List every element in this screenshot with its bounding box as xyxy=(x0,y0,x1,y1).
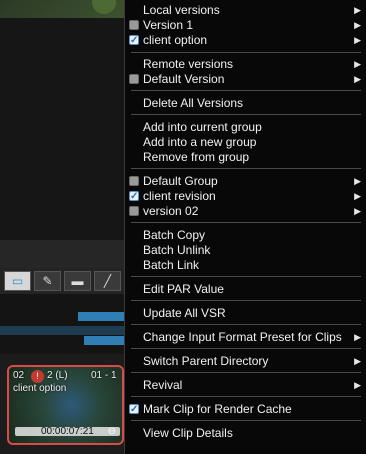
select-tool-icon[interactable]: ▭ xyxy=(4,271,31,291)
menu-separator xyxy=(131,300,361,301)
menu-separator xyxy=(131,114,361,115)
menu-item-label: Switch Parent Directory xyxy=(143,354,269,368)
menu-separator xyxy=(131,52,361,53)
checkbox-icon[interactable] xyxy=(129,20,139,30)
menu-item-label: Revival xyxy=(143,378,183,392)
menu-item-change-input-format[interactable]: Change Input Format Preset for Clips ▶ xyxy=(125,330,366,345)
menu-item-delete-all-versions[interactable]: Delete All Versions xyxy=(125,96,366,111)
menu-item-batch-copy[interactable]: Batch Copy xyxy=(125,228,366,243)
menu-item-label: Remote versions xyxy=(143,57,234,71)
submenu-arrow-icon: ▶ xyxy=(354,380,361,390)
menu-item-label: Remove from group xyxy=(143,150,250,164)
menu-item-edit-par-value[interactable]: Edit PAR Value xyxy=(125,282,366,297)
menu-item-default-group[interactable]: Default Group ▶ xyxy=(125,174,366,189)
menu-separator xyxy=(131,276,361,277)
timeline-track-segment[interactable] xyxy=(84,336,124,345)
menu-item-label: Batch Unlink xyxy=(143,243,211,257)
menu-item-switch-parent-directory[interactable]: Switch Parent Directory ▶ xyxy=(125,354,366,369)
menu-separator xyxy=(131,168,361,169)
context-menu: Local versions ▶ Version 1 ▶ client opti… xyxy=(124,0,366,454)
menu-item-remote-versions[interactable]: Remote versions ▶ xyxy=(125,57,366,72)
link-icon: ⊖ xyxy=(107,426,116,437)
viewer-panel xyxy=(0,18,124,240)
clip-reel: 01 - 1 xyxy=(91,370,117,381)
clip-index: 02 xyxy=(13,370,25,381)
timeline[interactable] xyxy=(0,294,124,354)
menu-separator xyxy=(131,348,361,349)
menu-separator xyxy=(131,372,361,373)
menu-item-remove-from-group[interactable]: Remove from group xyxy=(125,150,366,165)
menu-item-add-into-new-group[interactable]: Add into a new group xyxy=(125,135,366,150)
menu-separator xyxy=(131,420,361,421)
menu-item-label: Batch Copy xyxy=(143,228,206,242)
submenu-arrow-icon: ▶ xyxy=(354,332,361,342)
brush-tool-icon[interactable]: ╱ xyxy=(94,271,121,291)
viewer-image-detail xyxy=(92,0,116,14)
menu-item-view-clip-details[interactable]: View Clip Details xyxy=(125,426,366,441)
checkbox-icon[interactable] xyxy=(129,206,139,216)
tool-row: ▭ ✎ ▬ ╱ xyxy=(0,268,124,294)
menu-item-local-versions[interactable]: Local versions ▶ xyxy=(125,3,366,18)
menu-separator xyxy=(131,222,361,223)
menu-item-version-02[interactable]: version 02 ▶ xyxy=(125,204,366,219)
menu-item-label: Add into current group xyxy=(143,120,262,134)
menu-item-label: Mark Clip for Render Cache xyxy=(143,402,292,416)
menu-item-label: Edit PAR Value xyxy=(143,282,224,296)
menu-separator xyxy=(131,396,361,397)
checkbox-checked-icon[interactable] xyxy=(129,33,139,48)
menu-item-label: View Clip Details xyxy=(143,426,233,440)
menu-item-label: client revision xyxy=(143,189,216,203)
clip-name: client option xyxy=(13,383,67,394)
menu-item-label: version 02 xyxy=(143,204,199,218)
clip-timecode: 00:00:07:21 xyxy=(41,426,94,437)
alert-icon: ! xyxy=(31,370,44,383)
menu-item-label: Local versions xyxy=(143,3,220,17)
menu-item-label: Add into a new group xyxy=(143,135,257,149)
checkbox-checked-icon[interactable] xyxy=(129,189,139,204)
menu-item-label: Default Group xyxy=(143,174,218,188)
monitor-tool-icon[interactable]: ▬ xyxy=(64,271,91,291)
menu-item-batch-unlink[interactable]: Batch Unlink xyxy=(125,243,366,258)
menu-item-add-into-current-group[interactable]: Add into current group xyxy=(125,120,366,135)
menu-separator xyxy=(131,324,361,325)
submenu-arrow-icon: ▶ xyxy=(354,206,361,216)
submenu-arrow-icon: ▶ xyxy=(354,191,361,201)
checkbox-icon[interactable] xyxy=(129,176,139,186)
timeline-track-segment[interactable] xyxy=(78,312,124,321)
menu-item-label: Batch Link xyxy=(143,258,200,272)
menu-item-label: client option xyxy=(143,33,208,47)
menu-separator xyxy=(131,90,361,91)
checkbox-checked-icon[interactable] xyxy=(129,402,139,417)
submenu-arrow-icon: ▶ xyxy=(354,35,361,45)
checkbox-icon[interactable] xyxy=(129,74,139,84)
menu-item-label: Default Version xyxy=(143,72,225,86)
menu-item-client-option[interactable]: client option ▶ xyxy=(125,33,366,48)
clip-thumbnail[interactable]: 02 ! 2 (L) 01 - 1 client option 00:00:07… xyxy=(7,365,124,445)
toolbar-strip xyxy=(0,240,124,268)
menu-item-batch-link[interactable]: Batch Link xyxy=(125,258,366,273)
submenu-arrow-icon: ▶ xyxy=(354,356,361,366)
submenu-arrow-icon: ▶ xyxy=(354,5,361,15)
menu-item-default-version[interactable]: Default Version ▶ xyxy=(125,72,366,87)
menu-item-label: Update All VSR xyxy=(143,306,226,320)
submenu-arrow-icon: ▶ xyxy=(354,74,361,84)
menu-item-label: Delete All Versions xyxy=(143,96,244,110)
submenu-arrow-icon: ▶ xyxy=(354,20,361,30)
menu-item-version-1[interactable]: Version 1 ▶ xyxy=(125,18,366,33)
menu-item-label: Version 1 xyxy=(143,18,194,32)
menu-item-update-all-vsr[interactable]: Update All VSR xyxy=(125,306,366,321)
menu-item-revival[interactable]: Revival ▶ xyxy=(125,378,366,393)
menu-item-mark-clip-render-cache[interactable]: Mark Clip for Render Cache xyxy=(125,402,366,417)
clip-version-tag: 2 (L) xyxy=(47,370,68,381)
menu-item-label: Change Input Format Preset for Clips xyxy=(143,330,342,344)
clip-timecode-bar: 00:00:07:21 xyxy=(15,426,120,437)
submenu-arrow-icon: ▶ xyxy=(354,59,361,69)
pen-tool-icon[interactable]: ✎ xyxy=(34,271,61,291)
submenu-arrow-icon: ▶ xyxy=(354,176,361,186)
menu-item-client-revision[interactable]: client revision ▶ xyxy=(125,189,366,204)
timeline-track-segment[interactable] xyxy=(0,326,124,335)
